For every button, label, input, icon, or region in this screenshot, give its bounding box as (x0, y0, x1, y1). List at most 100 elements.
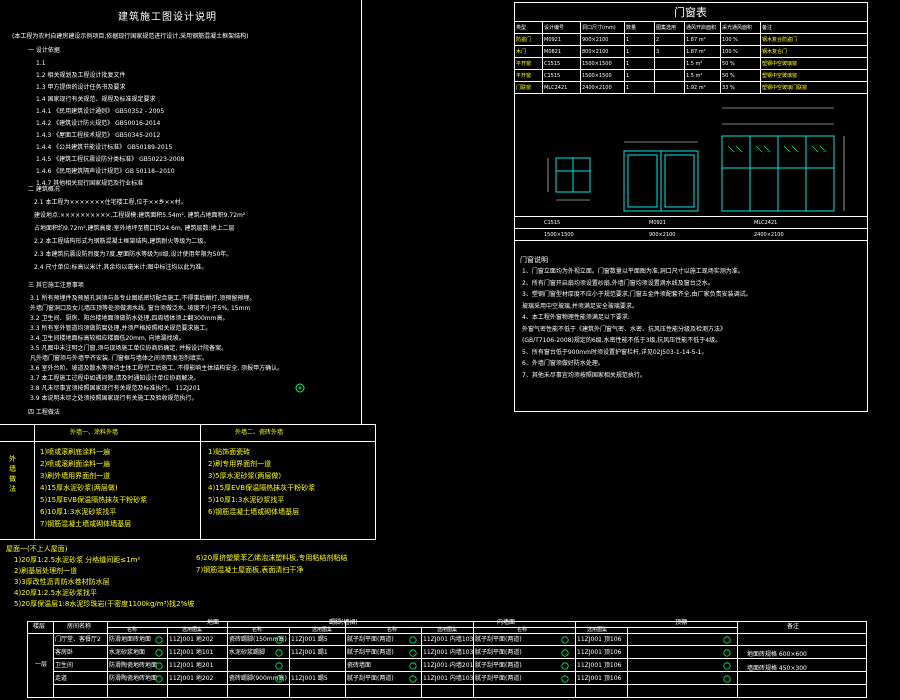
elev-label-3: MLC2421 (754, 220, 778, 226)
finish-cell: 腻子刮平面(两道) (347, 636, 394, 643)
door-table-header: 类型 (516, 25, 527, 31)
wall-left-item: 1)喷或滚刷底涂料一遍 (40, 448, 111, 456)
door-table-cell: 2400×2100 (582, 85, 612, 91)
door-table-title: 门窗表 (674, 6, 707, 19)
door-table-cell: 塑钢中空玻璃门联窗 (762, 85, 808, 91)
door-table-cell: 3 (656, 49, 660, 55)
door-table-cell: 1 (626, 37, 630, 43)
finish-cell: 11ZJ001 地202 (169, 675, 214, 682)
door-table-header: 洞口尺寸(mm) (582, 25, 616, 31)
finish-sub-header: 名称 (517, 627, 528, 633)
floor-label: 一层 (35, 661, 48, 668)
notes-panel: 建筑施工图设计说明 (本工程为农村自建房建设示例项目,依据现行国家规范进行设计,… (0, 0, 362, 424)
door-table-cell: 钢木复合门 (762, 49, 788, 55)
door-table-cell: 1.87 m² (686, 37, 706, 43)
design-basis-item: 1.4.3 《屋面工程技术规范》 GB50345-2012 (36, 132, 161, 139)
grid-line (737, 621, 738, 698)
finish-cell: 11ZJ001 地201 (169, 662, 214, 669)
roof-left-item: 3)3厚改性沥青防水卷材防水层 (14, 578, 110, 586)
door-table-cell: 门联窗 (516, 85, 532, 91)
wall-right-item: 6)钢筋混凝土墙或砌体墙基层 (208, 508, 300, 516)
other-note-item: 3.5 凡图中未注明之门窗,须与现场施工单位协商后确定, 并报设计院备案。 (30, 345, 228, 352)
other-note-item: 3.1 所有预埋件及预留孔洞须与各专业图纸密切配合施工,不得事后凿打,须预留预埋… (30, 295, 256, 302)
grid-line (53, 671, 867, 672)
elev-sub-1: 1500×1500 (544, 232, 574, 238)
door-note-item: (GB/T7106-2008)规定的6级,水密性能不低于3级,抗风压性能不低于4… (522, 337, 722, 344)
design-basis-item: 1.4.2 《建筑设计防火规范》 GB50016-2014 (36, 120, 161, 127)
door-table-cell: 塑钢中空玻璃窗 (762, 73, 798, 79)
overview-item: 2.2 本工程结构形式为钢筋混凝土框架结构,建筑耐火等级为二级。 (34, 238, 210, 245)
detail-marker-icon (275, 662, 283, 670)
design-basis-item: 1.1 (36, 60, 46, 67)
finish-cell: 水泥砂浆地面 (109, 649, 146, 656)
door-table-cell: 1.5 m² (686, 61, 703, 67)
grid-line (627, 627, 628, 698)
door-table-cell: 100 % (722, 49, 738, 55)
wall-right-item: 4)15厚EVB保温隔热抹灰干粉砂浆 (208, 484, 316, 492)
section-marker-icon (295, 378, 305, 393)
other-note-item: 3.3 所有室外管道均须做防腐处理,并须严格按照相关规范要求施工。 (30, 325, 212, 332)
grid-line (575, 621, 576, 698)
grid-line (421, 627, 422, 698)
design-basis-item: 1.2 相关规划及工程设计批复文件 (36, 72, 126, 79)
wall-side-label: 外 墙 做 法 (9, 455, 16, 493)
detail-marker-icon (561, 649, 569, 657)
wall-left-item: 7)钢筋混凝土墙或砌体墙基层 (40, 520, 132, 528)
door-table-cell: 1 (626, 49, 630, 55)
grid-line (289, 627, 290, 698)
grid-line (684, 21, 685, 93)
door-note-item: 玻璃采用中空玻璃,并须满足安全玻璃要求。 (522, 302, 638, 310)
grid-line (514, 33, 868, 34)
finish-cell: 腻子刮平面(两道) (475, 662, 522, 669)
other-note-item: 3.8 凡未尽事宜须按照国家现行有关规范及标准执行。 11ZJ201 (30, 385, 201, 392)
finish-header: 内墙面 (497, 619, 516, 626)
finish-cell: 水泥砂浆踢脚 (229, 649, 266, 656)
finish-cell: 11ZJ001 顶106 (577, 636, 622, 643)
notes-project-line: (本工程为农村自建房建设示例项目,依据现行国家规范进行设计,采用钢筋混凝土框架结… (12, 33, 249, 40)
section-heading-3: 三 其它施工注意事项 (28, 282, 84, 289)
grid-line (514, 93, 868, 94)
finish-cell: 11ZJ001 地101 (169, 649, 214, 656)
elevation-drawings (547, 107, 845, 212)
finish-sub-header: 选用图集 (437, 627, 458, 633)
finish-cell: 11ZJ001 内墙103 (423, 636, 474, 643)
detail-marker-icon (409, 675, 417, 683)
door-table-cell: 1.92 m² (686, 85, 706, 91)
wall-left-item: 5)15厚EVB保温隔热抹灰干粉砂浆 (40, 496, 148, 504)
finish-cell: 11ZJ001 内墙201 (423, 662, 474, 669)
design-basis-item: 1.4.1 《民用建筑设计通则》 GB50352 - 2005 (36, 108, 165, 115)
door-note-item: 2、所有门窗开启扇均须设置纱扇,外墙门窗均须设置滴水线及窗台泛水。 (522, 279, 714, 287)
door-table-cell: 1 (626, 85, 630, 91)
door-table-cell: MLC2421 (544, 85, 568, 91)
room-finish-table: 楼层 房间名称 地面 踢脚(墙裙) 内墙面 顶棚 备注 名称 选用图集 名称 选用图集 名称 选用图集 名… (27, 619, 867, 698)
grid-line (580, 21, 581, 93)
grid-line (53, 621, 54, 698)
wall-left-item: 2)喷或滚刷面涂料一遍 (40, 460, 111, 468)
roof-section: 屋面一(不上人屋面) 1)20厚1:2.5水泥砂浆 分格缝间距≤1m² 2)刷基层… (0, 540, 376, 615)
roof-left-item: 1)20厚1:2.5水泥砂浆 分格缝间距≤1m² (14, 556, 141, 564)
finish-remark: 墙面砖规格 450×300 (747, 665, 807, 672)
door-table-cell: 1500×1500 (582, 73, 612, 79)
door-table-cell: 50 % (722, 61, 735, 67)
finish-cell: 客房卧 (55, 649, 74, 656)
elev-sub-3: 2400×2100 (754, 232, 784, 238)
roof-right-item: 7)钢筋混凝土屋面板,表面清扫干净 (196, 566, 304, 574)
wall-left-item: 3)刷外墙用界面剂一道 (40, 472, 111, 480)
grid-line (514, 81, 868, 82)
wall-header-left: 外墙一、涂料外墙 (70, 429, 119, 436)
grid-line (107, 621, 108, 698)
detail-marker-icon (561, 675, 569, 683)
elev-label-2: M0921 (649, 220, 667, 226)
finish-cell: 腻子刮平面(两道) (347, 649, 394, 656)
finish-cell: 防滑地面砖地面 (109, 636, 152, 643)
door-table-cell: C1515 (544, 61, 561, 67)
door-table-cell: C1515 (544, 73, 561, 79)
finish-header: 顶棚 (675, 619, 688, 626)
grid-line (167, 627, 168, 698)
finish-header: 备注 (787, 623, 800, 630)
grid-line (27, 621, 867, 622)
wall-right-item: 3)5厚水泥砂浆(两层做) (208, 472, 282, 480)
door-table-cell: 塑钢中空玻璃窗 (762, 61, 798, 67)
finish-sub-header: 名称 (387, 627, 398, 633)
detail-marker-icon (275, 636, 283, 644)
